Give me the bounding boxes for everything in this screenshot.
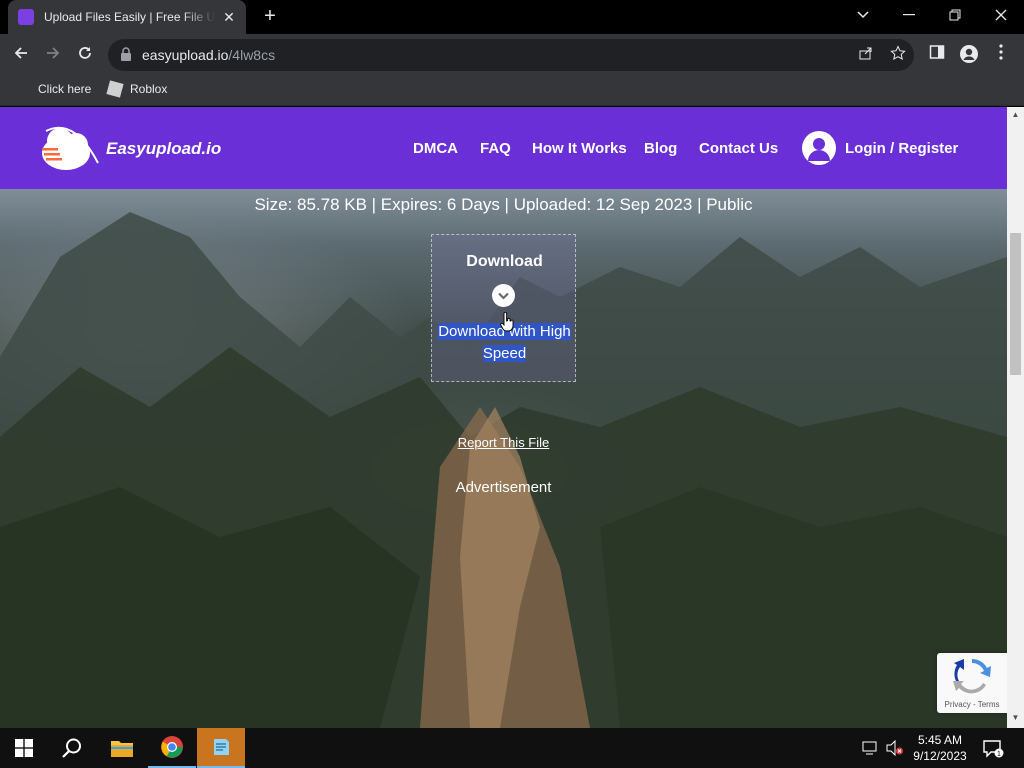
file-info: Size: 85.78 KB | Expires: 6 Days | Uploa…	[254, 195, 753, 214]
chrome-taskbar-icon[interactable]	[148, 728, 196, 768]
advertisement-label: Advertisement	[455, 479, 552, 496]
minimize-icon[interactable]	[886, 0, 932, 30]
url-host: easyupload.io	[142, 47, 229, 63]
menu-kebab-icon[interactable]	[990, 44, 1012, 66]
taskbar-clock[interactable]: 5:45 AM 9/12/2023	[904, 732, 976, 764]
recaptcha-icon	[953, 659, 991, 694]
profile-icon[interactable]	[958, 44, 980, 66]
hand-cursor-icon	[500, 312, 514, 332]
scroll-up-icon[interactable]: ▲	[1007, 107, 1024, 123]
tab-search-icon[interactable]	[840, 0, 886, 30]
bookmarks-bar: Click here Roblox	[0, 76, 1024, 106]
site-header: Easyupload.io DMCA FAQ How It Works Blog…	[0, 107, 1007, 189]
url-text[interactable]: easyupload.io/4lw8cs	[142, 47, 275, 63]
address-bar[interactable]: easyupload.io/4lw8cs	[108, 39, 914, 71]
window-close-icon[interactable]	[978, 0, 1024, 30]
browser-toolbar: easyupload.io/4lw8cs	[0, 34, 1024, 76]
user-avatar-icon[interactable]	[802, 131, 836, 165]
bookmark-label: Roblox	[130, 82, 168, 96]
download-panel[interactable]: Download Download with High Speed	[431, 234, 576, 382]
start-windows-icon[interactable]	[0, 728, 48, 768]
nav-dmca[interactable]: DMCA	[413, 140, 458, 157]
easyupload-logo[interactable]	[40, 123, 106, 173]
file-explorer-icon[interactable]	[98, 728, 146, 768]
bookmark-label: Click here	[38, 82, 92, 96]
search-icon[interactable]	[48, 728, 96, 768]
nav-how-it-works[interactable]: How It Works	[532, 140, 627, 157]
download-title[interactable]: Download	[432, 253, 577, 271]
report-file-link[interactable]: Report This File	[0, 435, 1007, 450]
share-icon[interactable]	[856, 45, 876, 65]
roblox-icon	[106, 80, 124, 98]
tab-title: Upload Files Easily | Free File Upload	[44, 10, 216, 24]
bookmark-roblox[interactable]: Roblox	[106, 80, 168, 98]
url-path: /4lw8cs	[228, 47, 276, 63]
page-scrollbar[interactable]: ▲ ▼	[1007, 107, 1024, 728]
login-register-link[interactable]: Login / Register	[845, 140, 958, 157]
volume-muted-icon[interactable]	[886, 739, 904, 759]
nav-contact-us[interactable]: Contact Us	[699, 140, 778, 157]
nav-faq[interactable]: FAQ	[480, 140, 511, 157]
reload-icon[interactable]	[72, 42, 98, 68]
chevron-down-icon[interactable]	[492, 284, 515, 307]
clock-time: 5:45 AM	[917, 733, 963, 747]
back-icon[interactable]	[8, 42, 34, 68]
lock-icon[interactable]	[120, 47, 132, 61]
recaptcha-privacy-terms[interactable]: Privacy - Terms	[937, 700, 1007, 709]
site-brand[interactable]: Easyupload.io	[106, 139, 221, 159]
notepad-taskbar-icon[interactable]	[197, 728, 245, 768]
site-favicon-icon	[18, 9, 34, 25]
forward-icon[interactable]	[40, 42, 66, 68]
recaptcha-badge[interactable]: Privacy - Terms	[937, 653, 1007, 713]
tab-strip: Upload Files Easily | Free File Upload ✕…	[0, 0, 1024, 34]
scroll-down-icon[interactable]: ▼	[1007, 710, 1024, 726]
scroll-thumb[interactable]	[1010, 233, 1021, 375]
browser-tab[interactable]: Upload Files Easily | Free File Upload ✕	[8, 0, 246, 34]
svg-text:1: 1	[997, 751, 1001, 758]
restore-icon[interactable]	[932, 0, 978, 30]
new-tab-button[interactable]: +	[258, 5, 282, 29]
clock-date: 9/12/2023	[913, 749, 967, 763]
windows-taskbar: 5:45 AM 9/12/2023 1	[0, 728, 1024, 768]
bookmark-star-icon[interactable]	[888, 45, 908, 65]
page-viewport: Easyupload.io DMCA FAQ How It Works Blog…	[0, 107, 1007, 728]
nav-blog[interactable]: Blog	[644, 140, 677, 157]
network-icon[interactable]	[862, 740, 880, 759]
bookmark-click-here[interactable]: Click here	[38, 82, 91, 96]
notifications-icon[interactable]: 1	[982, 740, 1004, 761]
side-panel-icon[interactable]	[926, 44, 948, 66]
tab-close-icon[interactable]: ✕	[222, 9, 236, 26]
